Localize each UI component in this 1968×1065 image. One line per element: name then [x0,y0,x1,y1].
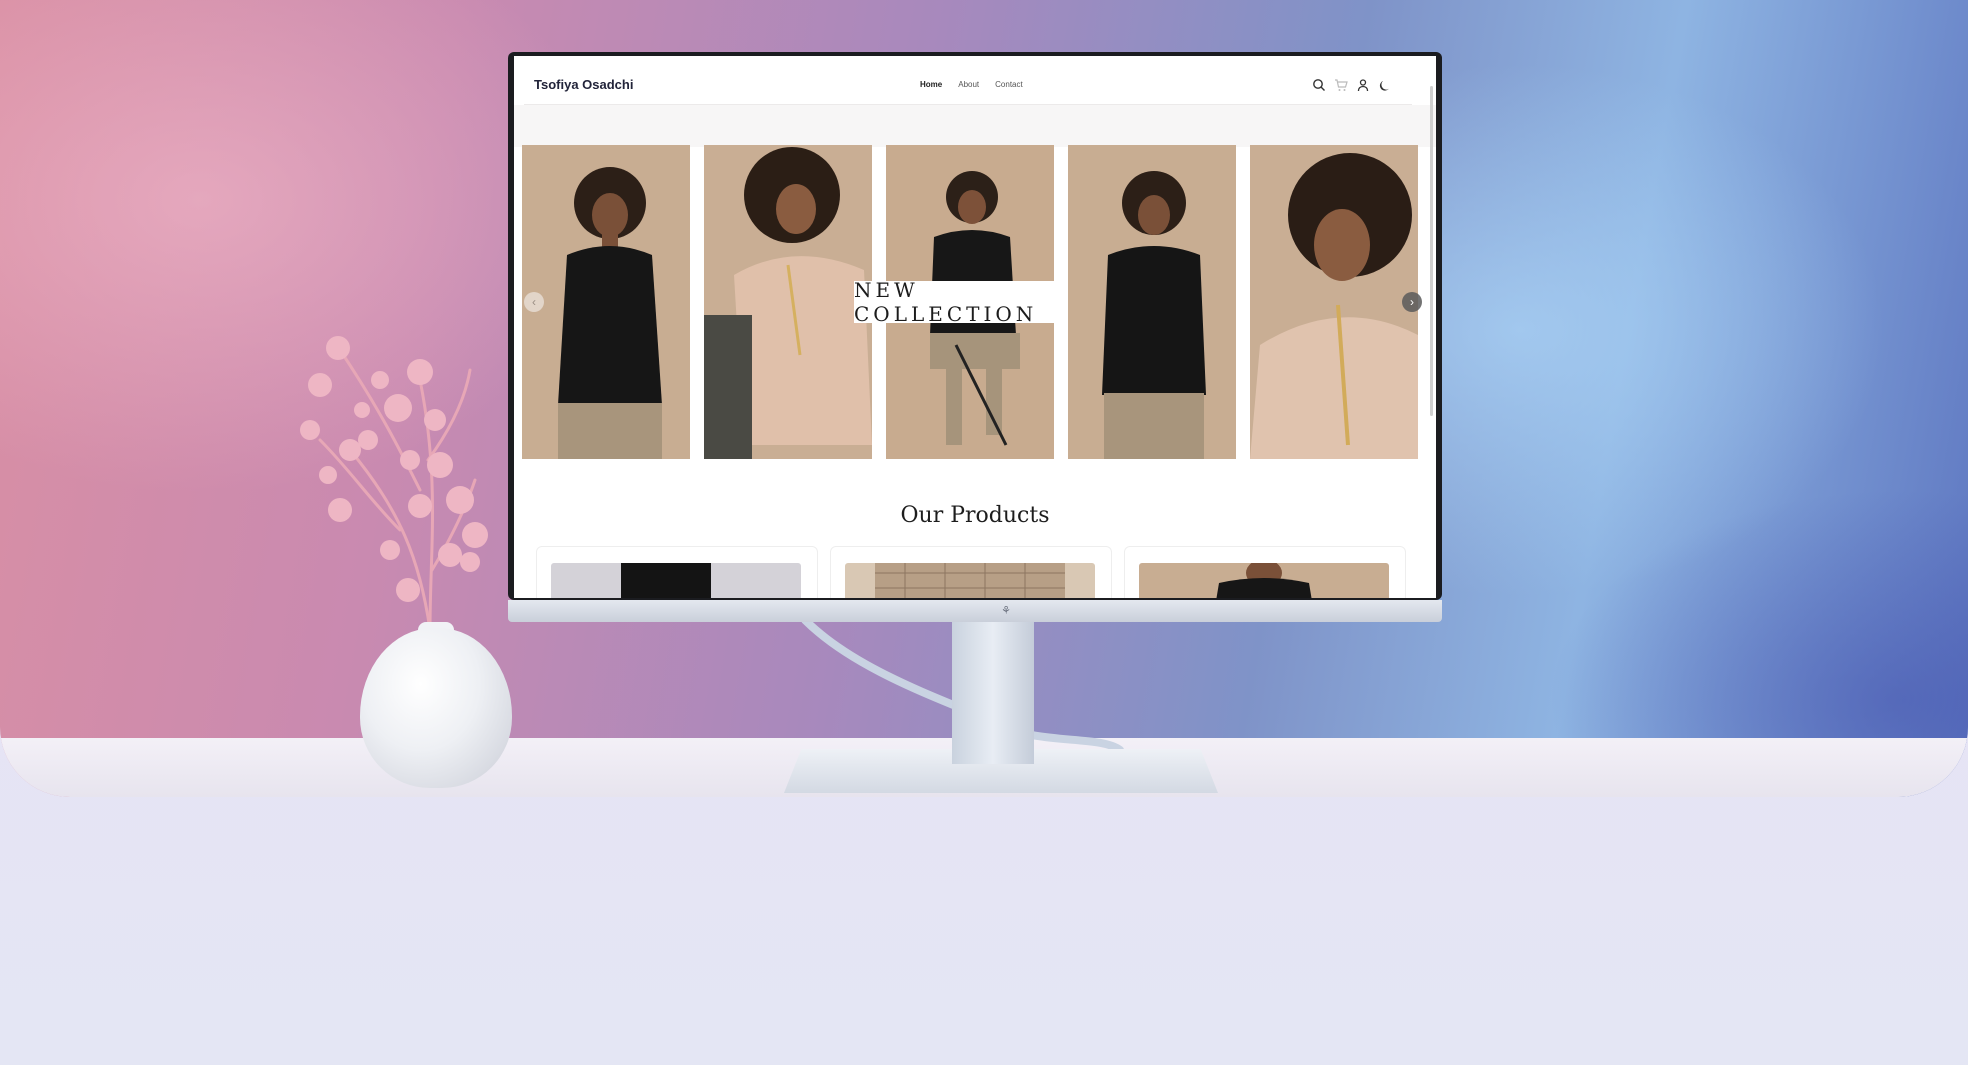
site-navbar: Tsofiya Osadchi Home About Contact [524,66,1412,105]
products-grid [536,546,1406,598]
page-scrollbar[interactable] [1430,86,1433,416]
monitor-chin [508,600,1442,622]
nav-icons [1312,78,1392,92]
hero-carousel: NEW COLLECTION ‹ › [522,145,1422,459]
hero-photo-1 [522,145,690,459]
product-thumbnail [1139,563,1389,598]
monitor-stand-neck [952,622,1034,764]
nav-link-contact[interactable]: Contact [995,66,1023,104]
moon-icon[interactable] [1378,78,1392,92]
hero-photo-4 [1068,145,1236,459]
product-thumbnail [551,563,801,598]
monitor-screen: Tsofiya Osadchi Home About Contact NEW C… [514,56,1436,598]
new-collection-badge[interactable]: NEW COLLECTION [854,278,1064,326]
carousel-prev-button[interactable]: ‹ [524,292,544,312]
carousel-next-button[interactable]: › [1402,292,1422,312]
monitor-logo-icon: ⚘ [1001,605,1011,617]
product-card-2[interactable] [830,546,1112,598]
user-icon[interactable] [1356,78,1370,92]
site-brand[interactable]: Tsofiya Osadchi [534,66,633,104]
search-icon[interactable] [1312,78,1326,92]
products-section-title: Our Products [900,503,1050,528]
hero-photo-2 [704,145,872,459]
hero-top-band [514,105,1436,147]
nav-link-about[interactable]: About [958,66,979,104]
vase [360,628,512,788]
nav-link-home[interactable]: Home [920,66,942,104]
cart-icon[interactable] [1334,78,1348,92]
product-card-3[interactable] [1124,546,1406,598]
product-thumbnail [845,563,1095,598]
product-card-1[interactable] [536,546,818,598]
hero-photo-5 [1250,145,1418,459]
decorative-branches [300,336,488,632]
site-menu: Home About Contact [920,66,1023,104]
